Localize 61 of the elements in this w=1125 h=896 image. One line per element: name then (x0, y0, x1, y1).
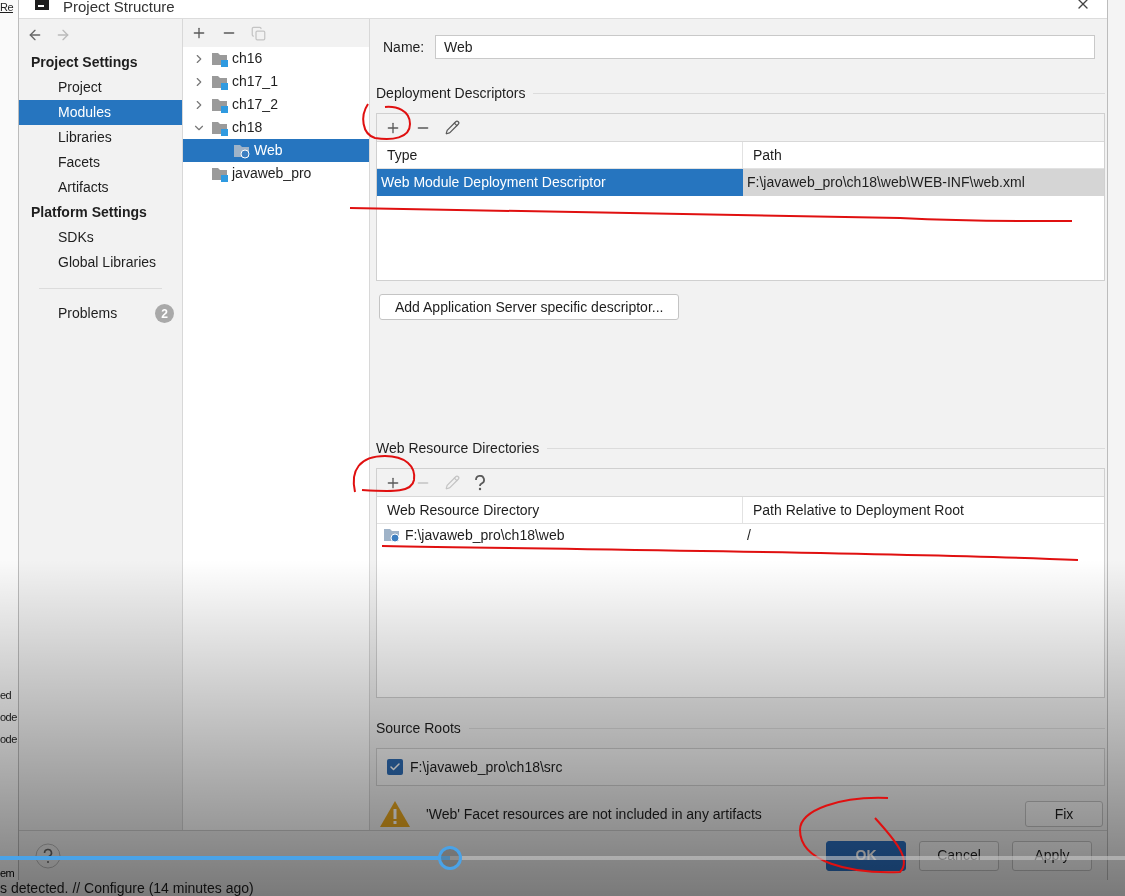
sidebar-item[interactable]: Modules (19, 100, 182, 125)
table-row[interactable]: F:\javaweb_pro\ch18\web / (377, 524, 1104, 546)
module-folder-icon (211, 96, 229, 113)
dialog-button[interactable]: Cancel (919, 840, 999, 871)
sidebar-item[interactable]: Problems (58, 303, 118, 324)
module-folder-icon (211, 50, 229, 67)
table-cell: F:\javaweb_pro\ch18\web (377, 524, 743, 546)
source-root-path: F:\javaweb_pro\ch18\src (410, 757, 563, 777)
ide-status-text: s detected. // Configure (14 minutes ago) (0, 880, 254, 896)
sidebar-section-title: Platform Settings (30, 203, 148, 222)
ide-text: em (0, 866, 16, 880)
help-icon[interactable] (474, 474, 486, 491)
seek-thumb[interactable] (438, 846, 462, 870)
seek-bar[interactable] (0, 846, 1125, 870)
column-header[interactable]: Path Relative to Deployment Root (743, 497, 1104, 523)
tree-item[interactable]: ch16 (183, 47, 369, 70)
check-icon (389, 761, 401, 773)
sidebar-item[interactable]: Facets (19, 150, 182, 175)
table-cell-text: / (746, 525, 752, 545)
sidebar-item[interactable]: SDKs (19, 225, 182, 250)
tree-item[interactable]: Web (183, 139, 369, 162)
help-icon[interactable] (35, 842, 61, 869)
add-icon[interactable] (191, 25, 207, 41)
ide-text: ed (0, 688, 13, 703)
ide-text: ode (0, 732, 18, 747)
column-header[interactable]: Path (743, 142, 1104, 168)
checkbox[interactable] (387, 759, 403, 775)
name-input-field[interactable]: Web (435, 35, 1095, 59)
table-cell: Web Module Deployment Descriptor (377, 169, 743, 196)
fix-button[interactable]: Fix (1025, 801, 1103, 827)
module-folder-icon (211, 73, 229, 90)
column-header[interactable]: Web Resource Directory (377, 497, 743, 523)
sidebar-item[interactable]: Artifacts (19, 175, 182, 200)
dialog-button[interactable]: Apply (1012, 840, 1092, 871)
section-title: Deployment Descriptors (376, 83, 526, 103)
tree-item[interactable]: javaweb_pro (183, 162, 369, 185)
web-folder-icon (383, 527, 401, 543)
column-header[interactable]: Type (377, 142, 743, 168)
section-title: Source Roots (376, 718, 461, 738)
warning-icon (378, 799, 412, 829)
tree-item[interactable]: ch17_1 (183, 70, 369, 93)
sidebar-section-title: Project Settings (30, 53, 139, 72)
sidebar-item[interactable]: Libraries (19, 125, 182, 150)
add-descriptor-button[interactable]: Add Application Server specific descriptor... (379, 294, 680, 320)
sidebar-item[interactable]: Project (19, 75, 182, 100)
ide-text: Re (0, 0, 14, 14)
tree-item[interactable]: ch18 (183, 116, 369, 139)
section-title: Web Resource Directories (376, 438, 540, 458)
window-title: Project Structure (63, 0, 175, 17)
table-cell: F:\javaweb_pro\ch18\web\WEB-INF\web.xml (743, 169, 1104, 196)
module-folder-icon (211, 165, 229, 182)
module-folder-icon (211, 119, 229, 136)
sidebar-item[interactable]: Global Libraries (19, 250, 182, 275)
ide-text: ode (0, 710, 18, 725)
table-row[interactable]: Web Module Deployment Descriptor F:\javaweb_pro\ch18\web\WEB-INF\web.xml (377, 169, 1104, 196)
tree-item[interactable]: ch17_2 (183, 93, 369, 116)
web-folder-icon (233, 142, 251, 159)
field-label: Name: (383, 37, 426, 57)
pencil-icon[interactable] (445, 120, 460, 135)
count-badge: 2 (155, 304, 174, 323)
warning-text: 'Web' Facet resources are not included in any artifacts (426, 804, 762, 824)
